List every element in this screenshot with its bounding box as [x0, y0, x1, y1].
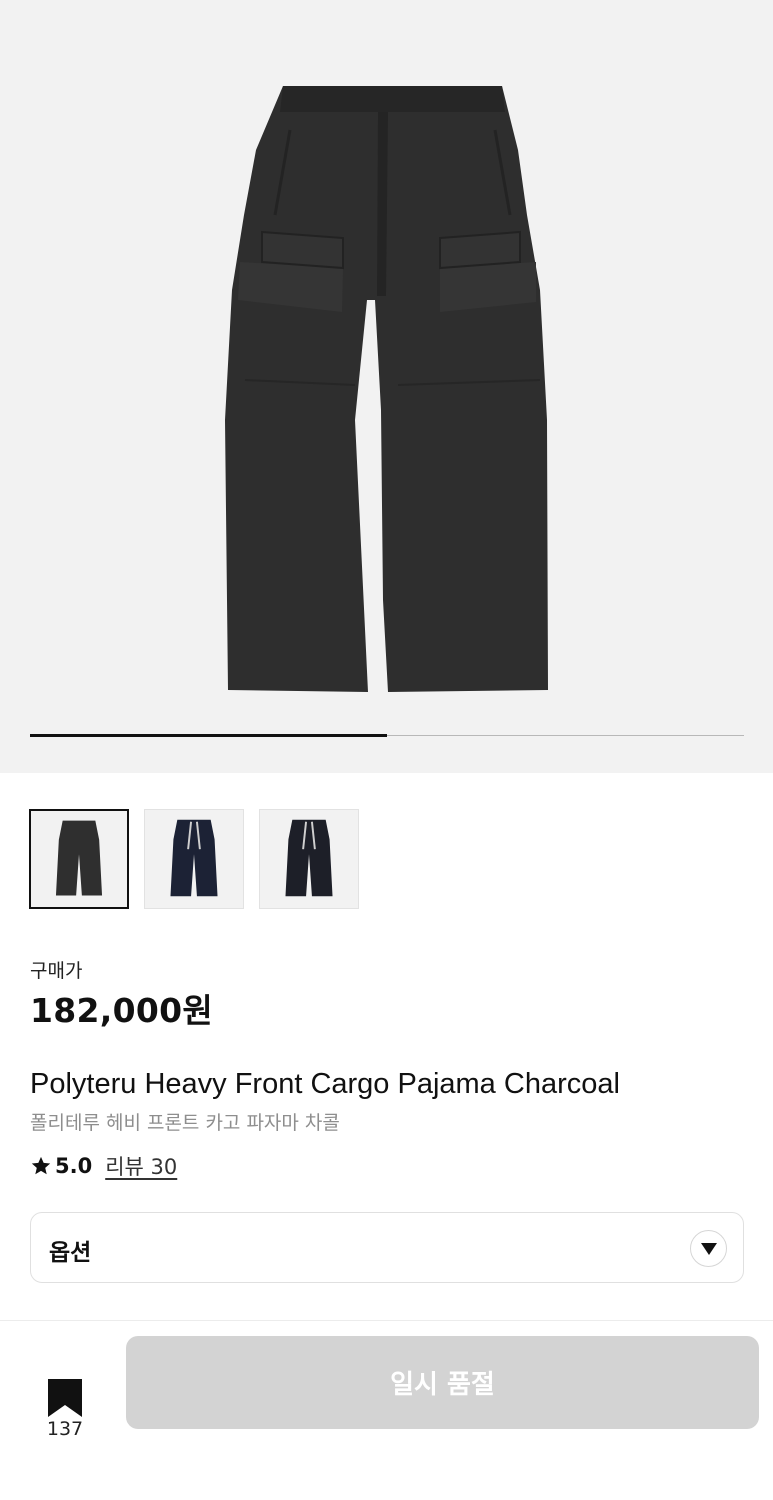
thumbnail-2[interactable]: [144, 809, 244, 909]
thumbnail-3[interactable]: [259, 809, 359, 909]
bookmark-button[interactable]: 137: [40, 1379, 90, 1445]
chevron-down-icon[interactable]: [690, 1230, 727, 1267]
thumbnail-image: [285, 819, 333, 897]
thumbnail-1[interactable]: [29, 809, 129, 909]
bookmark-icon: [48, 1379, 82, 1417]
bottom-action-bar: 137 일시 품절: [0, 1320, 773, 1500]
gallery-progress-fill: [30, 734, 387, 737]
product-image-gallery[interactable]: [0, 0, 773, 773]
star-icon: [31, 1156, 51, 1175]
rating-value: 5.0: [55, 1154, 93, 1178]
thumbnail-image: [170, 819, 218, 897]
product-hero-image[interactable]: [0, 0, 773, 730]
bookmark-count: 137: [46, 1418, 84, 1440]
option-select[interactable]: 옵션: [30, 1212, 744, 1283]
product-title-english: Polyteru Heavy Front Cargo Pajama Charco…: [30, 1068, 620, 1100]
review-count-link[interactable]: 리뷰 30: [105, 1151, 177, 1181]
product-title-korean: 폴리테루 헤비 프론트 카고 파자마 차콜: [30, 1112, 340, 1134]
thumbnail-list: [29, 809, 359, 909]
thumbnail-image: [55, 820, 103, 896]
price-label: 구매가: [30, 960, 83, 982]
option-label: 옵션: [49, 1240, 92, 1266]
price-value: 182,000원: [30, 991, 214, 1030]
gallery-progress-bar: [30, 734, 744, 737]
rating-row: 5.0 리뷰 30: [30, 1151, 177, 1181]
sold-out-button[interactable]: 일시 품절: [126, 1336, 759, 1429]
